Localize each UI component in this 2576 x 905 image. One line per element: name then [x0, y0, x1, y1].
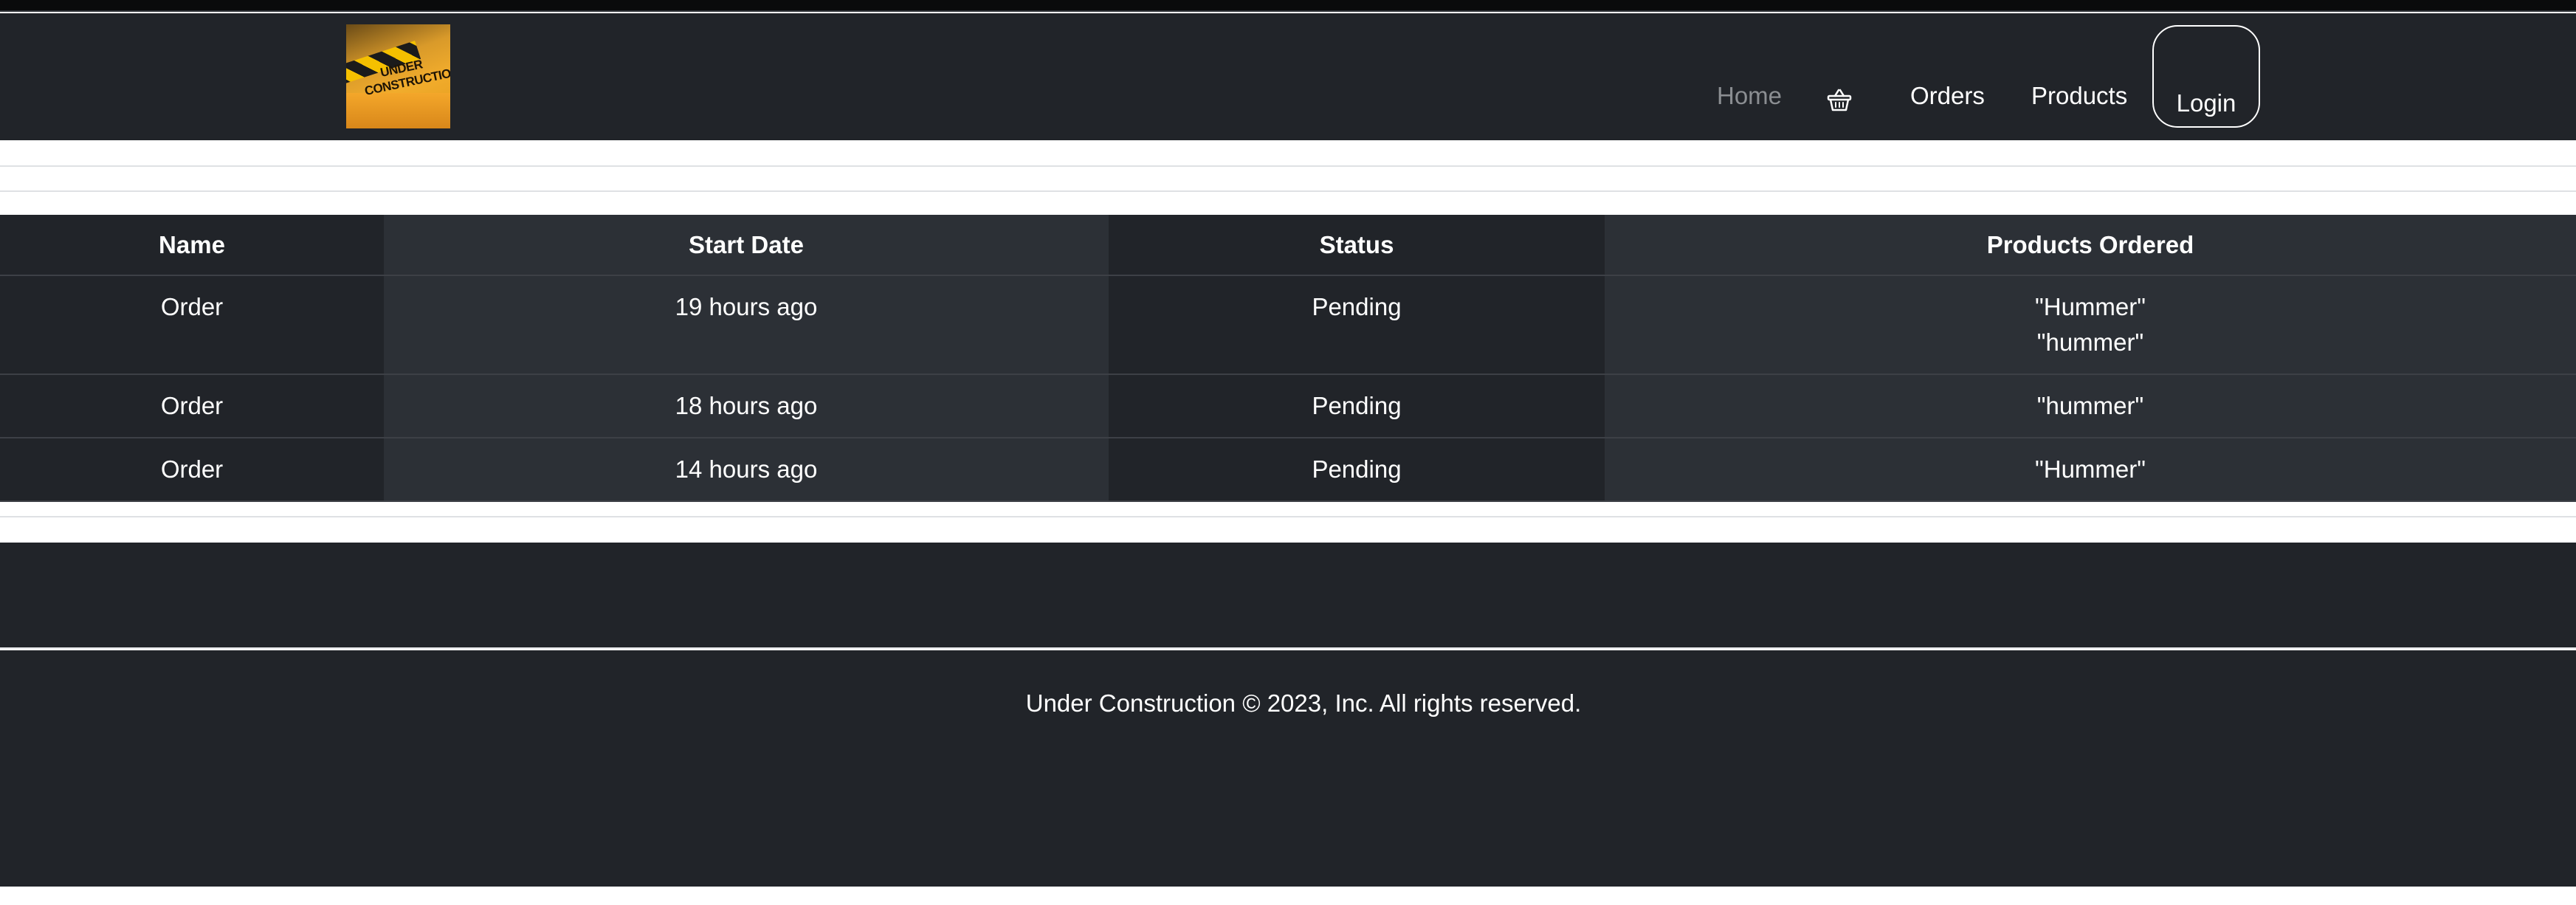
divider-line [0, 165, 2576, 167]
order-start-date-cell: 19 hours ago [384, 275, 1109, 375]
order-status-cell: Pending [1109, 374, 1605, 438]
navbar: UNDER CONSTRUCTION Home Orders Products … [0, 13, 2576, 140]
order-status-cell: Pending [1109, 438, 1605, 502]
footer-top-band [0, 543, 2576, 649]
nav-products-link[interactable]: Products [2031, 81, 2127, 111]
product-item: "Hummer" [2035, 293, 2146, 320]
footer-bottom-band: Under Construction © 2023, Inc. All righ… [0, 650, 2576, 887]
order-products-cell: "Hummer" "hummer" [1605, 275, 2576, 375]
brand-logo[interactable]: UNDER CONSTRUCTION [346, 24, 450, 128]
login-button[interactable]: Login [2152, 25, 2260, 128]
product-item: "hummer" [2036, 328, 2144, 356]
order-name-cell: Order [0, 275, 384, 375]
divider-line [0, 190, 2576, 192]
column-header-products-ordered: Products Ordered [1605, 215, 2576, 276]
column-header-status: Status [1109, 215, 1605, 276]
product-item: "Hummer" [2035, 455, 2146, 483]
copyright-text: Under Construction © 2023, Inc. All righ… [1025, 689, 1582, 717]
order-products-cell: "hummer" [1605, 374, 2576, 438]
order-name-cell: Order [0, 374, 384, 438]
orders-table: Name Start Date Status Products Ordered … [0, 215, 2576, 502]
nav-home-link[interactable]: Home [1717, 81, 1782, 111]
column-header-name: Name [0, 215, 384, 276]
order-start-date-cell: 18 hours ago [384, 374, 1109, 438]
order-status-cell: Pending [1109, 275, 1605, 375]
order-name-cell: Order [0, 438, 384, 502]
table-row: Order 14 hours ago Pending "Hummer" [0, 438, 2576, 502]
product-item: "hummer" [2036, 392, 2144, 419]
table-header-row: Name Start Date Status Products Ordered [0, 215, 2576, 276]
basket-icon[interactable] [1825, 86, 1854, 115]
order-products-cell: "Hummer" [1605, 438, 2576, 502]
table-row: Order 18 hours ago Pending "hummer" [0, 374, 2576, 438]
order-start-date-cell: 14 hours ago [384, 438, 1109, 502]
nav-orders-link[interactable]: Orders [1910, 81, 1985, 111]
table-row: Order 19 hours ago Pending "Hummer" "hum… [0, 275, 2576, 375]
logo-ground [346, 93, 450, 128]
column-header-start-date: Start Date [384, 215, 1109, 276]
divider-line [0, 516, 2576, 517]
top-strip [0, 0, 2576, 12]
